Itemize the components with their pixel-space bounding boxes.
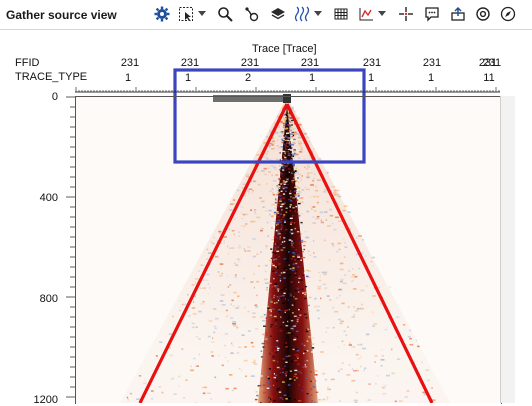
left-axis-ticks — [66, 97, 75, 397]
vertical-scrollbar[interactable] — [500, 96, 515, 403]
top-axis-ticks — [76, 87, 499, 92]
plot-frame — [75, 96, 502, 404]
